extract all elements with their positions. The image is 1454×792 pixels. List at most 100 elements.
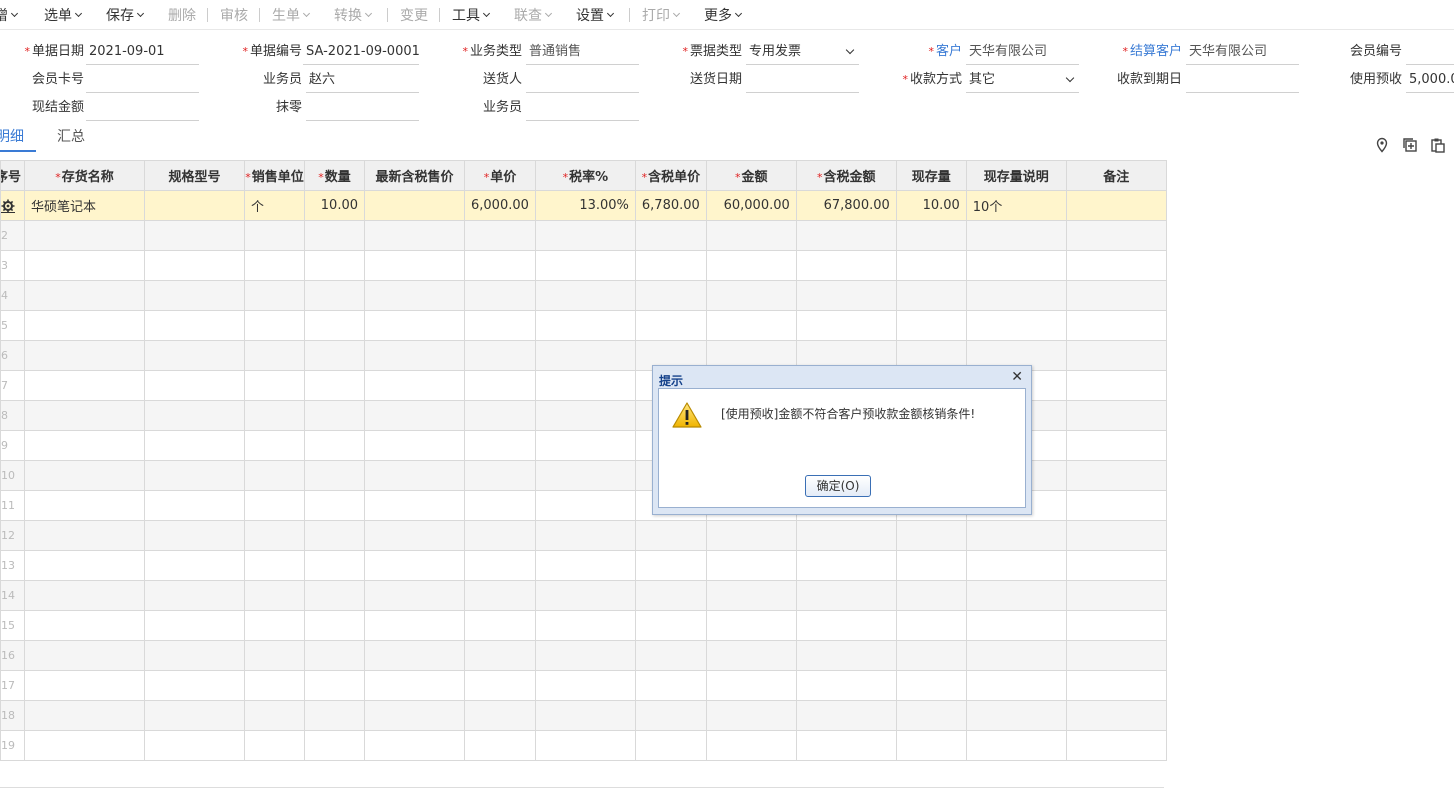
empty-cell[interactable] xyxy=(464,250,536,281)
empty-cell[interactable] xyxy=(795,250,897,281)
empty-cell[interactable] xyxy=(144,580,245,611)
toolbar-change-button[interactable]: 变更 xyxy=(400,0,428,30)
empty-cell[interactable] xyxy=(895,730,967,761)
empty-cell[interactable] xyxy=(364,550,465,581)
empty-cell[interactable] xyxy=(534,670,636,701)
empty-cell[interactable] xyxy=(144,700,245,731)
cell-price[interactable]: 6,000.00 xyxy=(464,190,536,221)
empty-cell[interactable] xyxy=(965,640,1067,671)
toolbar-add-button[interactable]: 增 xyxy=(0,0,19,30)
empty-cell[interactable] xyxy=(965,280,1067,311)
empty-cell[interactable] xyxy=(965,670,1067,701)
empty-cell[interactable] xyxy=(364,730,465,761)
cell-tax-price[interactable]: 6,780.00 xyxy=(634,190,707,221)
empty-cell[interactable] xyxy=(1065,460,1167,491)
paste-row-icon[interactable] xyxy=(1430,137,1446,153)
empty-cell[interactable] xyxy=(24,340,145,371)
empty-cell[interactable] xyxy=(464,220,536,251)
empty-cell[interactable] xyxy=(705,730,797,761)
empty-cell[interactable] xyxy=(795,610,897,641)
empty-cell[interactable] xyxy=(24,400,145,431)
delivery-date-field[interactable] xyxy=(746,68,859,93)
empty-cell[interactable] xyxy=(24,250,145,281)
empty-cell[interactable] xyxy=(24,670,145,701)
empty-cell[interactable] xyxy=(364,640,465,671)
empty-cell[interactable] xyxy=(534,460,636,491)
column-header[interactable]: *数量 xyxy=(304,160,365,191)
empty-cell[interactable] xyxy=(1065,730,1167,761)
empty-cell[interactable] xyxy=(795,670,897,701)
empty-cell[interactable] xyxy=(1065,580,1167,611)
empty-cell[interactable] xyxy=(24,430,145,461)
toolbar-link-query-button[interactable]: 联查 xyxy=(514,0,553,30)
empty-cell[interactable] xyxy=(705,670,797,701)
empty-cell[interactable] xyxy=(705,550,797,581)
empty-cell[interactable] xyxy=(464,670,536,701)
column-header[interactable]: 现存量 xyxy=(895,160,967,191)
empty-cell[interactable] xyxy=(244,580,305,611)
invoice-type-select[interactable]: 专用发票 xyxy=(746,40,859,65)
empty-cell[interactable] xyxy=(634,730,707,761)
empty-cell[interactable] xyxy=(1065,280,1167,311)
empty-cell[interactable] xyxy=(304,580,365,611)
empty-cell[interactable] xyxy=(304,490,365,521)
empty-cell[interactable] xyxy=(1065,340,1167,371)
empty-cell[interactable] xyxy=(795,580,897,611)
empty-cell[interactable] xyxy=(24,310,145,341)
empty-cell[interactable] xyxy=(144,310,245,341)
empty-cell[interactable] xyxy=(795,730,897,761)
empty-cell[interactable] xyxy=(895,700,967,731)
empty-cell[interactable] xyxy=(24,640,145,671)
empty-cell[interactable] xyxy=(534,580,636,611)
empty-cell[interactable] xyxy=(464,460,536,491)
round-off-field[interactable] xyxy=(306,96,419,121)
empty-cell[interactable] xyxy=(895,580,967,611)
empty-cell[interactable] xyxy=(634,580,707,611)
empty-cell[interactable] xyxy=(244,220,305,251)
empty-cell[interactable] xyxy=(304,640,365,671)
empty-cell[interactable] xyxy=(364,310,465,341)
empty-cell[interactable] xyxy=(634,550,707,581)
empty-cell[interactable] xyxy=(464,490,536,521)
empty-cell[interactable] xyxy=(795,640,897,671)
salesman-field[interactable]: 赵六 xyxy=(306,68,419,93)
row-settings-cell[interactable] xyxy=(0,190,25,221)
empty-cell[interactable] xyxy=(534,430,636,461)
cell-amount[interactable]: 60,000.00 xyxy=(705,190,797,221)
empty-cell[interactable] xyxy=(634,220,707,251)
empty-cell[interactable] xyxy=(244,490,305,521)
empty-cell[interactable] xyxy=(464,640,536,671)
column-header[interactable]: 规格型号 xyxy=(144,160,245,191)
column-header[interactable]: *存货名称 xyxy=(24,160,145,191)
table-row[interactable]: 4 xyxy=(0,280,1167,311)
empty-cell[interactable] xyxy=(304,310,365,341)
empty-cell[interactable] xyxy=(304,520,365,551)
empty-cell[interactable] xyxy=(534,280,636,311)
empty-cell[interactable] xyxy=(534,340,636,371)
table-row[interactable]: 3 xyxy=(0,250,1167,281)
empty-cell[interactable] xyxy=(795,700,897,731)
location-pin-icon[interactable] xyxy=(1374,137,1390,153)
empty-cell[interactable] xyxy=(1065,430,1167,461)
empty-cell[interactable] xyxy=(244,310,305,341)
empty-cell[interactable] xyxy=(244,430,305,461)
empty-cell[interactable] xyxy=(24,520,145,551)
empty-cell[interactable] xyxy=(304,460,365,491)
toolbar-delete-button[interactable]: 删除 xyxy=(168,0,196,30)
empty-cell[interactable] xyxy=(895,640,967,671)
deliverer-field[interactable] xyxy=(526,68,639,93)
empty-cell[interactable] xyxy=(304,340,365,371)
empty-cell[interactable] xyxy=(144,670,245,701)
empty-cell[interactable] xyxy=(965,580,1067,611)
toolbar-audit-button[interactable]: 审核 xyxy=(220,0,248,30)
empty-cell[interactable] xyxy=(304,280,365,311)
empty-cell[interactable] xyxy=(1065,220,1167,251)
empty-cell[interactable] xyxy=(895,280,967,311)
column-header[interactable]: 序号 xyxy=(0,160,25,191)
member-card-field[interactable] xyxy=(86,68,199,93)
doc-no-field[interactable]: SA-2021-09-0001 xyxy=(303,40,419,65)
empty-cell[interactable] xyxy=(244,340,305,371)
empty-cell[interactable] xyxy=(244,280,305,311)
toolbar-tools-button[interactable]: 工具 xyxy=(452,0,491,30)
empty-cell[interactable] xyxy=(364,580,465,611)
